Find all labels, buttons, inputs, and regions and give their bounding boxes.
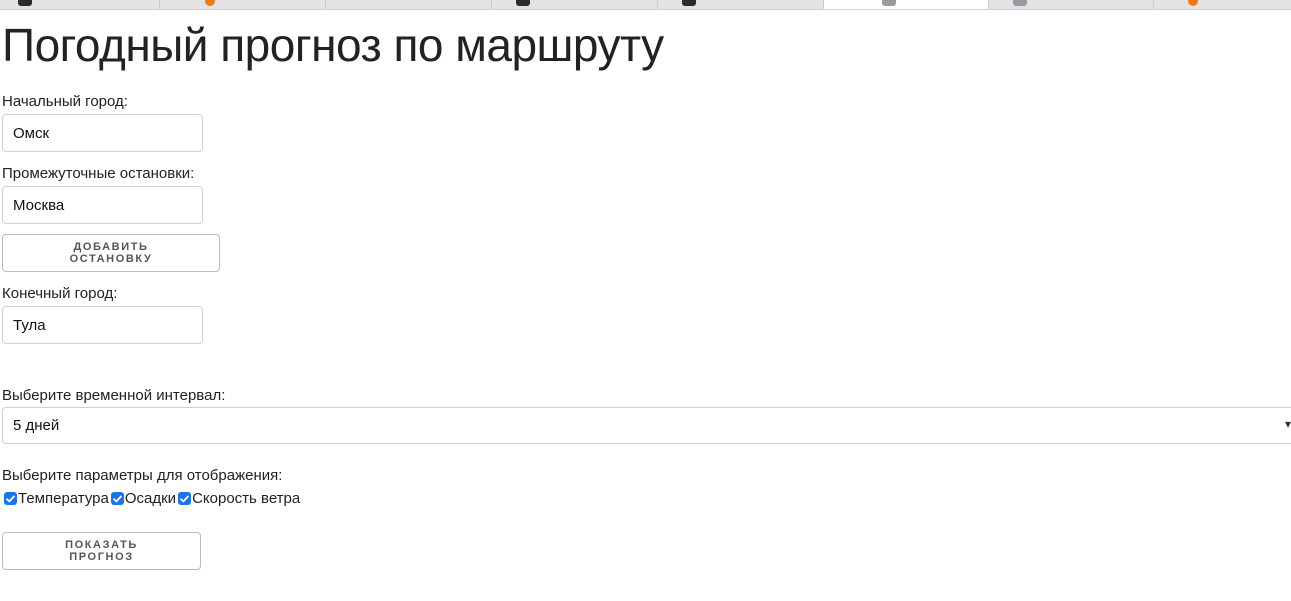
time-interval-value: 5 дней (13, 417, 60, 434)
show-forecast-button[interactable]: ПОКАЗАТЬ ПРОГНОЗ (2, 532, 201, 570)
time-interval-label: Выберите временной интервал: (2, 387, 226, 404)
tab-favicon-icon (205, 0, 215, 6)
browser-tab[interactable] (492, 0, 658, 9)
temperature-checkbox-label: Температура (18, 490, 109, 507)
display-params-checkboxes: Температура Осадки Скорость ветра (2, 490, 300, 507)
tab-favicon-icon (1013, 0, 1027, 6)
chevron-down-icon: ▾ (1284, 417, 1291, 431)
browser-tab[interactable] (989, 0, 1154, 9)
start-city-input[interactable] (2, 114, 203, 152)
tab-favicon-icon (682, 0, 696, 6)
wind-speed-checkbox[interactable] (178, 492, 192, 505)
browser-tab[interactable] (326, 0, 492, 9)
browser-tab[interactable] (160, 0, 326, 9)
page-title: Погодный прогноз по маршруту (2, 19, 664, 71)
browser-tab[interactable] (658, 0, 824, 9)
intermediate-stops-label: Промежуточные остановки: (2, 165, 195, 182)
precipitation-checkbox[interactable] (110, 492, 124, 505)
temperature-checkbox[interactable] (4, 492, 17, 505)
tab-favicon-icon (1188, 0, 1198, 6)
checkmark-icon (112, 495, 122, 502)
time-interval-select[interactable]: 5 дней ▾ (2, 407, 1291, 444)
start-city-label: Начальный город: (2, 93, 128, 110)
param-temperature[interactable]: Температура (2, 490, 109, 507)
browser-tab-strip (0, 0, 1291, 10)
add-stop-button[interactable]: ДОБАВИТЬ ОСТАНОВКУ (2, 234, 220, 272)
param-wind-speed[interactable]: Скорость ветра (176, 490, 300, 507)
end-city-input[interactable] (2, 306, 203, 344)
precipitation-checkbox-label: Осадки (124, 490, 177, 507)
param-precipitation[interactable]: Осадки (109, 490, 176, 507)
browser-tab[interactable] (0, 0, 160, 9)
checkmark-icon (180, 495, 189, 502)
wind-speed-checkbox-label: Скорость ветра (192, 490, 301, 507)
browser-tab[interactable] (1154, 0, 1291, 9)
end-city-label: Конечный город: (2, 285, 118, 302)
checkmark-icon (6, 495, 15, 502)
tab-favicon-icon (18, 0, 32, 6)
tab-favicon-icon (516, 0, 530, 6)
display-params-label: Выберите параметры для отображения: (2, 467, 283, 484)
tab-favicon-icon (882, 0, 896, 6)
intermediate-stop-input[interactable] (2, 186, 203, 224)
browser-tab-active[interactable] (824, 0, 989, 9)
